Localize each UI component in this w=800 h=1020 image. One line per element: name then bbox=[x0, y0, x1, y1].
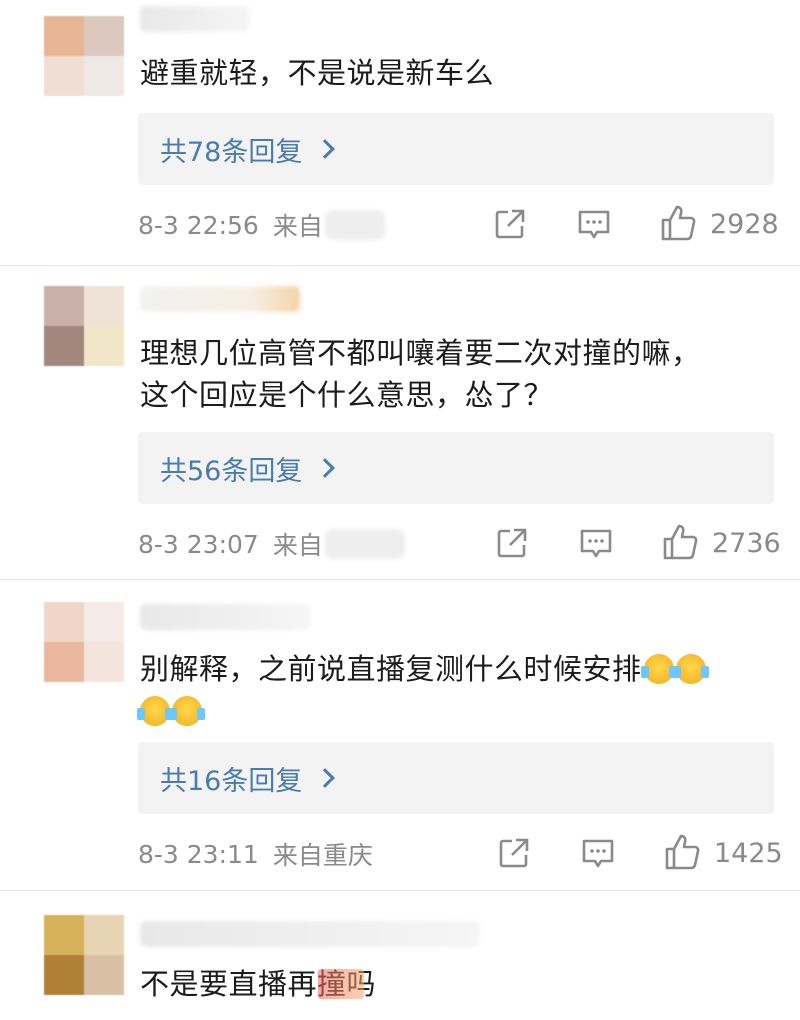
comment-text-body: 别解释，之前说直播复测什么时候安排 bbox=[140, 652, 642, 686]
username-redacted[interactable] bbox=[140, 286, 300, 312]
comment-source: 来自重庆 bbox=[272, 841, 373, 870]
source-location-redacted bbox=[324, 210, 385, 240]
replies-box[interactable]: 共56条回复 bbox=[138, 432, 774, 504]
chevron-right-icon bbox=[315, 139, 336, 159]
chevron-right-icon bbox=[315, 768, 336, 788]
source-location-redacted bbox=[324, 529, 405, 559]
thumbs-up-icon[interactable] bbox=[664, 833, 700, 871]
like-count: 1425 bbox=[714, 838, 783, 869]
comment-text-line: 理想几位高管不都叫嚷着要二次对撞的嘛， bbox=[140, 336, 701, 370]
username-redacted[interactable] bbox=[140, 921, 480, 947]
share-icon[interactable] bbox=[494, 208, 526, 240]
replies-count-label: 共78条回复 bbox=[160, 136, 303, 168]
comment-text: 理想几位高管不都叫嚷着要二次对撞的嘛， 这个回应是个什么意思，怂了？ bbox=[140, 332, 780, 416]
emoji-sticker bbox=[318, 969, 365, 999]
comment-icon[interactable] bbox=[579, 528, 613, 560]
comment-source: 来自 bbox=[272, 531, 323, 560]
comment-timestamp: 8-3 23:07 bbox=[138, 529, 259, 559]
scream-emoji-icon bbox=[640, 654, 677, 684]
avatar[interactable] bbox=[44, 16, 124, 96]
comment-timestamp: 8-3 22:56 bbox=[138, 210, 259, 240]
view-replies-link[interactable]: 共78条回复 bbox=[160, 130, 336, 169]
scream-emoji-icon bbox=[169, 696, 205, 726]
replies-count-label: 共16条回复 bbox=[160, 765, 303, 797]
share-icon[interactable] bbox=[498, 837, 530, 869]
comment-source: 来自 bbox=[272, 212, 323, 241]
comment-item: 别解释，之前说直播复测什么时候安排 共16条回复 8-3 23:11 来自重庆 … bbox=[0, 580, 800, 890]
chevron-right-icon bbox=[315, 458, 336, 478]
like-count: 2928 bbox=[710, 209, 779, 240]
like-count: 2736 bbox=[712, 528, 781, 559]
view-replies-link[interactable]: 共56条回复 bbox=[160, 449, 336, 488]
username-redacted[interactable] bbox=[140, 6, 250, 32]
comment-text: 避重就轻，不是说是新车么 bbox=[140, 56, 495, 90]
view-replies-link[interactable]: 共16条回复 bbox=[160, 759, 336, 798]
avatar[interactable] bbox=[44, 915, 124, 995]
comment-icon[interactable] bbox=[577, 209, 611, 241]
comment-item: 避重就轻，不是说是新车么 共78条回复 8-3 22:56 来自 2928 bbox=[0, 0, 800, 265]
replies-box[interactable]: 共16条回复 bbox=[138, 742, 774, 814]
comment-text-line: 这个回应是个什么意思，怂了？ bbox=[140, 378, 554, 412]
avatar[interactable] bbox=[44, 602, 124, 682]
thumbs-up-icon[interactable] bbox=[662, 523, 698, 561]
comment-item: 不是要直播再撞吗 bbox=[0, 891, 800, 1020]
scream-emoji-icon bbox=[672, 654, 709, 684]
avatar[interactable] bbox=[44, 286, 124, 366]
comment-item: 理想几位高管不都叫嚷着要二次对撞的嘛， 这个回应是个什么意思，怂了？ 共56条回… bbox=[0, 266, 800, 579]
scream-emoji-icon bbox=[137, 696, 173, 726]
replies-count-label: 共56条回复 bbox=[160, 455, 303, 487]
username-redacted[interactable] bbox=[140, 604, 310, 630]
comment-text: 别解释，之前说直播复测什么时候安排 bbox=[137, 648, 780, 732]
comment-text: 不是要直播再撞吗 bbox=[140, 963, 780, 1005]
comment-icon[interactable] bbox=[581, 838, 615, 870]
share-icon[interactable] bbox=[496, 527, 528, 559]
replies-box[interactable]: 共78条回复 bbox=[138, 113, 774, 185]
thumbs-up-icon[interactable] bbox=[660, 204, 696, 242]
comment-timestamp: 8-3 23:11 bbox=[138, 839, 259, 869]
